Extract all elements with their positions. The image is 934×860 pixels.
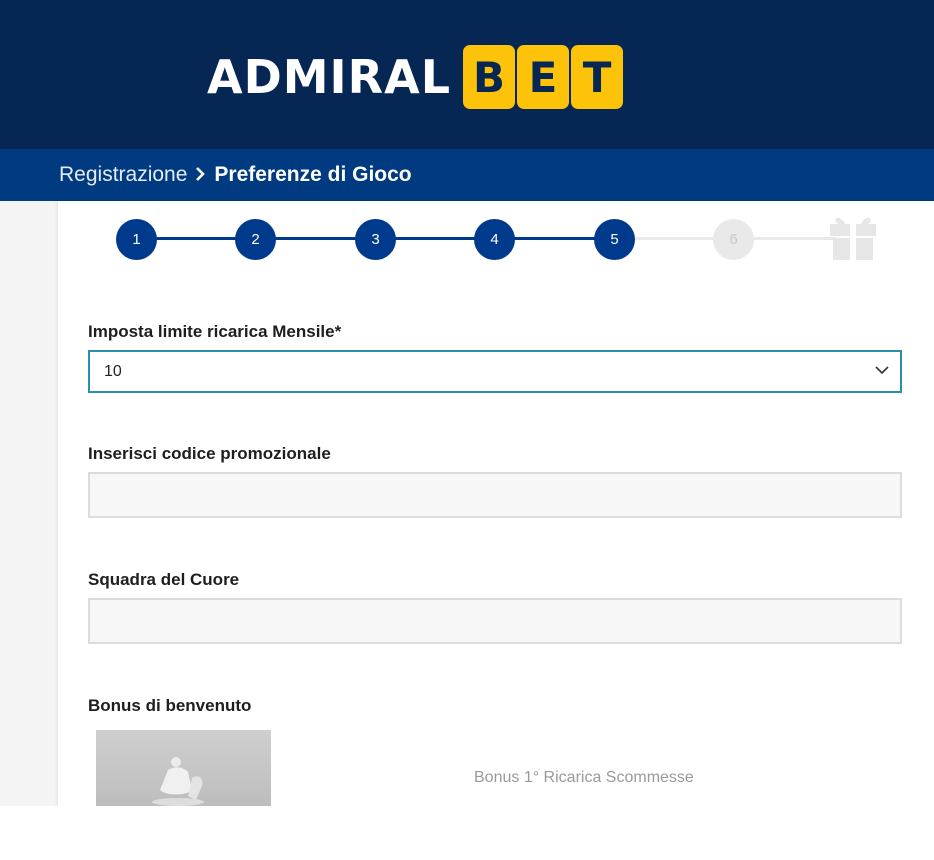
registration-form-card: 1 2 3 4 5 6 Imposta limite ricarica Mens… <box>58 201 934 806</box>
monthly-limit-value: 10 <box>104 362 122 380</box>
logo-admiral-wordmark: ADMIRAL <box>207 50 452 104</box>
promo-code-label: Inserisci codice promozionale <box>88 444 331 463</box>
chevron-down-icon <box>875 366 889 375</box>
welcome-bonus-label: Bonus di benvenuto <box>88 696 252 715</box>
step-2: 2 <box>235 219 276 260</box>
step-4: 4 <box>474 219 515 260</box>
admiralbet-logo[interactable]: ADMIRAL B E T <box>207 44 625 110</box>
registration-stepper: 1 2 3 4 5 6 <box>58 201 934 271</box>
breadcrumb: Registrazione Preferenze di Gioco <box>0 149 934 201</box>
welcome-bonus-image[interactable] <box>96 730 271 806</box>
logo-bet-letter: B <box>463 45 516 109</box>
logo-bet-letter: E <box>517 45 570 109</box>
bonus-trophy-figure-icon <box>152 757 204 806</box>
page-bottom-area <box>0 806 934 860</box>
site-header: ADMIRAL B E T <box>0 0 934 149</box>
logo-bet-letter: T <box>571 45 624 109</box>
page-side-gutter <box>0 201 58 806</box>
chevron-right-icon <box>195 164 206 187</box>
promo-code-input[interactable] <box>88 472 902 518</box>
logo-bet-wordmark: B E T <box>463 45 625 109</box>
step-5: 5 <box>594 219 635 260</box>
step-3: 3 <box>355 219 396 260</box>
breadcrumb-current-page: Preferenze di Gioco <box>214 163 412 186</box>
gift-icon <box>830 217 876 260</box>
step-6: 6 <box>713 219 754 260</box>
monthly-limit-label: Imposta limite ricarica Mensile* <box>88 322 342 341</box>
step-1: 1 <box>116 219 157 260</box>
breadcrumb-registrazione[interactable]: Registrazione <box>59 163 187 187</box>
welcome-bonus-option[interactable]: Bonus 1° Ricarica Scommesse <box>474 769 694 787</box>
favorite-team-input[interactable] <box>88 598 902 644</box>
monthly-limit-select[interactable]: 10 <box>88 350 902 393</box>
favorite-team-label: Squadra del Cuore <box>88 570 240 589</box>
